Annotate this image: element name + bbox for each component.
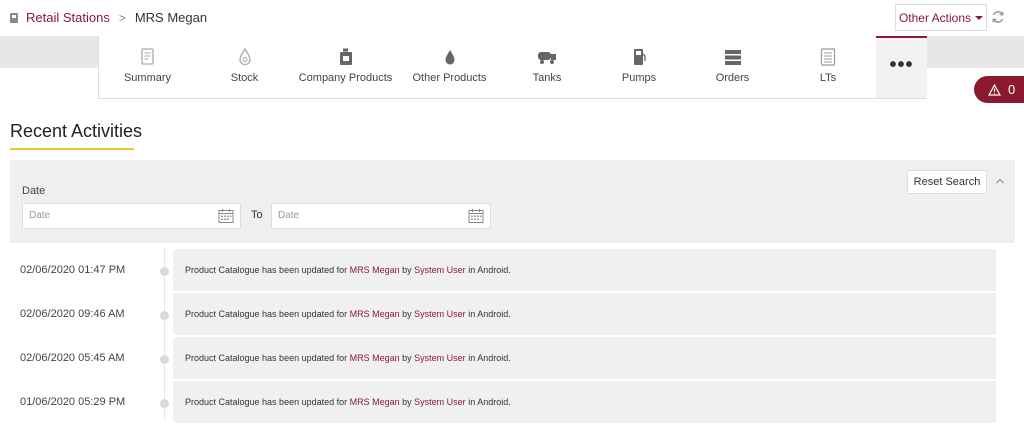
caret-down-icon	[975, 15, 984, 20]
timeline-dot	[160, 355, 169, 364]
tab-lts[interactable]: LTs	[780, 36, 876, 98]
filter-panel: Date Date To Date Reset Search	[10, 160, 1015, 243]
activity-text: by	[399, 265, 415, 275]
drop-icon	[445, 50, 454, 65]
station-link[interactable]: MRS Megan	[350, 353, 400, 363]
activity-card: Product Catalogue has been updated for M…	[173, 381, 996, 423]
date-to-field[interactable]: Date	[271, 203, 491, 229]
top-bar: Retail Stations > MRS Megan Other Action…	[0, 0, 1024, 36]
tab-stock[interactable]: Stock	[196, 36, 293, 98]
tab-stock-label: Stock	[230, 72, 259, 84]
activity-time: 01/06/2020 05:29 PM	[20, 396, 126, 408]
activity-time: 02/06/2020 09:46 AM	[20, 308, 125, 320]
tab-lts-label: LTs	[819, 72, 837, 84]
user-link[interactable]: System User	[414, 353, 466, 363]
activity-text: in Android.	[465, 265, 511, 275]
calendar-icon[interactable]	[468, 208, 484, 224]
tab-pumps-label: Pumps	[621, 72, 657, 84]
tab-more[interactable]: •••	[876, 36, 927, 98]
activity-text: by	[399, 353, 415, 363]
date-from-field[interactable]: Date	[22, 203, 241, 229]
station-icon	[10, 12, 18, 23]
summary-icon	[140, 48, 154, 65]
activity-card: Product Catalogue has been updated for M…	[173, 337, 996, 379]
fuel-pump-icon	[634, 49, 646, 65]
to-label: To	[251, 209, 263, 221]
chevron-up-icon[interactable]	[995, 177, 1005, 185]
tab-tanks[interactable]: Tanks	[501, 36, 593, 98]
activity-time: 02/06/2020 05:45 AM	[20, 352, 125, 364]
user-link[interactable]: System User	[414, 265, 466, 275]
date-label: Date	[22, 185, 46, 197]
tab-orders-label: Orders	[715, 72, 750, 84]
station-link[interactable]: MRS Megan	[350, 397, 400, 407]
activity-text: Product Catalogue has been updated for	[185, 353, 350, 363]
date-to-placeholder: Date	[278, 210, 300, 221]
activity-text: in Android.	[465, 353, 511, 363]
station-link[interactable]: MRS Megan	[350, 309, 400, 319]
alerts-badge[interactable]: 0	[974, 76, 1024, 103]
tank-truck-icon	[538, 52, 556, 64]
breadcrumb-retail-stations[interactable]: Retail Stations	[26, 10, 110, 25]
title-underline	[10, 148, 134, 150]
tab-pumps[interactable]: Pumps	[593, 36, 685, 98]
activity-item: 02/06/2020 01:47 PM Product Catalogue ha…	[0, 249, 1024, 293]
tab-company-products-label: Company Products	[298, 72, 393, 84]
stock-icon	[238, 48, 251, 66]
activity-text: Product Catalogue has been updated for	[185, 309, 350, 319]
activity-item: 02/06/2020 05:45 AM Product Catalogue ha…	[0, 337, 1024, 381]
activity-text: in Android.	[465, 397, 511, 407]
activity-text: in Android.	[465, 309, 511, 319]
activity-time: 02/06/2020 01:47 PM	[20, 264, 126, 276]
calendar-icon[interactable]	[218, 208, 234, 224]
breadcrumb-separator: >	[118, 10, 126, 25]
station-link[interactable]: MRS Megan	[350, 265, 400, 275]
tab-bar: Summary Stock Company Products Other Pro…	[98, 36, 927, 99]
more-dots-icon: •••	[889, 53, 914, 76]
company-products-icon	[339, 48, 352, 65]
date-from-placeholder: Date	[29, 210, 51, 221]
list-icon	[820, 48, 836, 66]
tab-summary[interactable]: Summary	[99, 36, 196, 98]
tab-summary-label: Summary	[123, 72, 172, 84]
reset-search-button[interactable]: Reset Search	[907, 170, 987, 194]
activity-text: Product Catalogue has been updated for	[185, 397, 350, 407]
other-actions-label: Other Actions	[898, 10, 972, 25]
refresh-icon[interactable]	[990, 9, 1006, 25]
other-actions-button[interactable]: Other Actions	[895, 4, 987, 31]
activity-item: 01/06/2020 05:29 PM Product Catalogue ha…	[0, 381, 1024, 425]
breadcrumb: Retail Stations > MRS Megan	[9, 10, 207, 25]
warning-icon	[988, 83, 1001, 96]
alerts-count: 0	[1008, 82, 1016, 97]
timeline-dot	[160, 267, 169, 276]
tab-orders[interactable]: Orders	[685, 36, 780, 98]
activity-card: Product Catalogue has been updated for M…	[173, 249, 996, 291]
activity-card: Product Catalogue has been updated for M…	[173, 293, 996, 335]
tab-other-products[interactable]: Other Products	[398, 36, 501, 98]
activity-item: 02/06/2020 09:46 AM Product Catalogue ha…	[0, 293, 1024, 337]
user-link[interactable]: System User	[414, 397, 466, 407]
activity-text: Product Catalogue has been updated for	[185, 265, 350, 275]
tab-company-products[interactable]: Company Products	[293, 36, 398, 98]
tab-tanks-label: Tanks	[532, 72, 562, 84]
activity-text: by	[399, 397, 415, 407]
activity-text: by	[399, 309, 415, 319]
user-link[interactable]: System User	[414, 309, 466, 319]
breadcrumb-current: MRS Megan	[134, 10, 208, 25]
timeline-dot	[160, 399, 169, 408]
tab-other-products-label: Other Products	[412, 72, 487, 84]
timeline-dot	[160, 311, 169, 320]
orders-icon	[724, 50, 741, 65]
page-title: Recent Activities	[10, 121, 143, 141]
